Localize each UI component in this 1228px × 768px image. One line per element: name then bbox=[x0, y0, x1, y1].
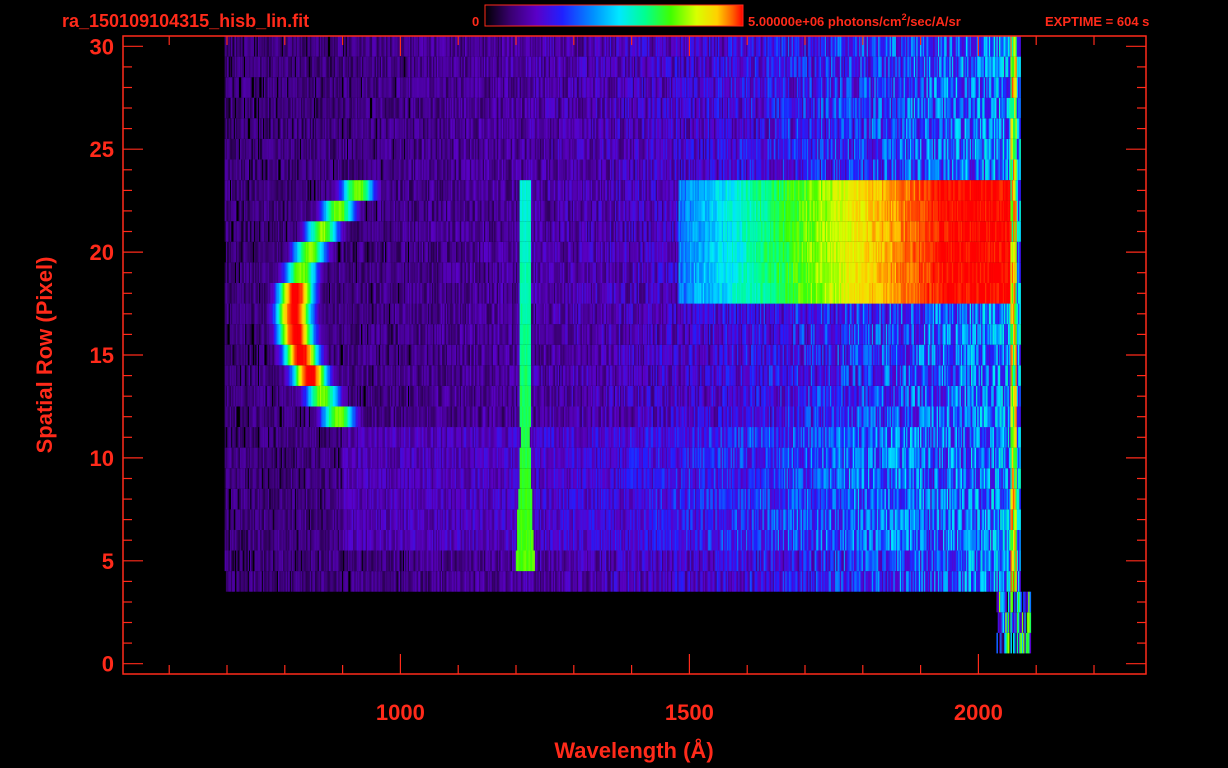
heatmap-cell bbox=[274, 447, 276, 469]
heatmap-cell bbox=[332, 447, 335, 469]
heatmap-cell bbox=[245, 529, 247, 551]
heatmap-cell bbox=[271, 509, 274, 530]
heatmap-cell bbox=[318, 488, 321, 510]
colorbar-max-label: 5.00000e+06 photons/cm2/sec/A/sr bbox=[748, 12, 961, 29]
heatmap-cell bbox=[234, 427, 237, 448]
heatmap-cell bbox=[283, 447, 285, 469]
heatmap-cell bbox=[256, 427, 258, 448]
heatmap-cell bbox=[236, 488, 238, 510]
heatmap-cell bbox=[248, 488, 251, 510]
heatmap-cell bbox=[275, 571, 278, 592]
colorbar-max-text: 5.00000e+06 photons/cm bbox=[748, 14, 902, 29]
heatmap-cell bbox=[293, 509, 295, 530]
heatmap-cells bbox=[224, 36, 1032, 654]
exptime-label: EXPTIME = 604 s bbox=[1045, 14, 1149, 29]
heatmap-cell bbox=[996, 632, 998, 654]
heatmap-cell bbox=[1019, 550, 1021, 572]
heatmap-cell bbox=[297, 468, 299, 489]
heatmap-cell bbox=[336, 447, 339, 469]
heatmap-cell bbox=[229, 427, 232, 448]
heatmap-cell bbox=[360, 550, 363, 572]
heatmap-cell bbox=[398, 571, 401, 592]
heatmap-cell bbox=[236, 550, 238, 572]
heatmap-cell bbox=[247, 550, 250, 572]
heatmap-cell bbox=[1019, 529, 1021, 551]
heatmap-cell bbox=[1019, 488, 1021, 510]
spectral-image-chart: ra_150109104315_hisb_lin.fit 0 5.00000e+… bbox=[32, 4, 1149, 763]
heatmap-cell bbox=[272, 427, 275, 448]
heatmap-cell bbox=[299, 550, 302, 572]
heatmap-cell bbox=[1019, 571, 1021, 592]
heatmap-cell bbox=[1007, 632, 1010, 654]
heatmap-cell bbox=[232, 509, 234, 530]
heatmap-cell bbox=[316, 550, 318, 572]
heatmap-cell bbox=[266, 427, 269, 448]
heatmap-cell bbox=[302, 468, 304, 489]
heatmap-cell bbox=[339, 427, 341, 448]
heatmap-cell bbox=[1005, 591, 1007, 613]
heatmap-cell bbox=[227, 529, 229, 551]
file-title: ra_150109104315_hisb_lin.fit bbox=[62, 11, 309, 31]
heatmap-cell bbox=[241, 550, 243, 572]
heatmap-cell bbox=[227, 509, 229, 530]
heatmap-cell bbox=[1029, 632, 1032, 654]
heatmap-cell bbox=[320, 509, 322, 530]
heatmap-cell bbox=[288, 571, 290, 592]
colorbar bbox=[484, 4, 744, 27]
heatmap-cell bbox=[271, 550, 274, 572]
heatmap-cell bbox=[246, 571, 248, 592]
heatmap-cell bbox=[233, 550, 236, 572]
heatmap-cell bbox=[293, 488, 295, 510]
heatmap-cell bbox=[239, 529, 242, 551]
heatmap-cell bbox=[251, 550, 253, 572]
heatmap-cell bbox=[1029, 591, 1032, 613]
heatmap-cell bbox=[295, 529, 298, 551]
heatmap-cell bbox=[292, 447, 294, 469]
heatmap-cell bbox=[339, 468, 341, 489]
heatmap-cell bbox=[346, 571, 349, 592]
heatmap-cell bbox=[260, 571, 262, 592]
heatmap-cell bbox=[224, 427, 227, 448]
heatmap-cell bbox=[278, 468, 280, 489]
heatmap-cell bbox=[245, 550, 247, 572]
heatmap-cell bbox=[293, 550, 295, 572]
heatmap-cell bbox=[246, 468, 248, 489]
heatmap-cell bbox=[1029, 612, 1032, 633]
heatmap-cell bbox=[1020, 591, 1023, 613]
heatmap-cell bbox=[341, 550, 344, 572]
heatmap-cell bbox=[307, 509, 309, 530]
heatmap-cell bbox=[1019, 509, 1021, 530]
heatmap-cell bbox=[266, 468, 269, 489]
heatmap-cell bbox=[260, 468, 262, 489]
heatmap-cell bbox=[1019, 447, 1021, 469]
colorbar-min-label: 0 bbox=[472, 14, 479, 29]
heatmap-cell bbox=[398, 550, 401, 572]
heatmap-cell bbox=[340, 571, 342, 592]
heatmap-cell bbox=[279, 447, 281, 469]
heatmap-cell bbox=[227, 488, 229, 510]
heatmap-cell bbox=[395, 571, 397, 592]
heatmap-cell bbox=[317, 427, 319, 448]
colorbar-units-rest: /sec/A/sr bbox=[907, 14, 961, 29]
heatmap-cell bbox=[401, 550, 403, 572]
heatmap-cell bbox=[267, 488, 270, 510]
heatmap-cell bbox=[231, 550, 233, 572]
heatmap-cell bbox=[1019, 468, 1021, 489]
heatmap-cell bbox=[1010, 632, 1012, 654]
heatmap-cell bbox=[233, 571, 236, 592]
heatmap-cell bbox=[242, 427, 244, 448]
